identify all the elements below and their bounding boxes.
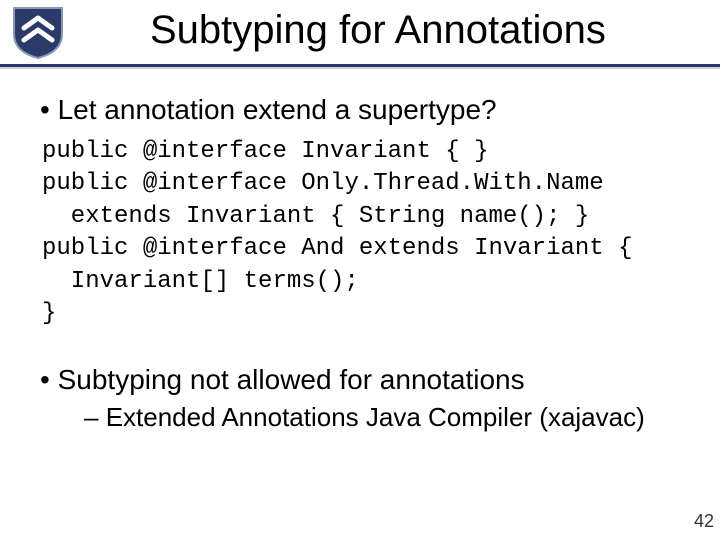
- sub-bullet-xajavac: Extended Annotations Java Compiler (xaja…: [84, 402, 696, 433]
- logo-shield-icon: [10, 4, 66, 60]
- slide-body: Let annotation extend a supertype? publi…: [0, 70, 720, 433]
- code-line: Invariant[] terms();: [42, 268, 359, 295]
- code-line: public @interface And extends Invariant …: [42, 235, 633, 262]
- code-line: extends Invariant { String name(); }: [42, 203, 589, 230]
- code-block: public @interface Invariant { } public @…: [42, 136, 696, 330]
- page-number: 42: [694, 511, 714, 532]
- slide-header: Subtyping for Annotations: [0, 0, 720, 70]
- bullet-subtyping-not-allowed: Subtyping not allowed for annotations: [40, 364, 696, 396]
- code-line: }: [42, 300, 56, 327]
- slide: Subtyping for Annotations Let annotation…: [0, 0, 720, 540]
- code-line: public @interface Invariant { }: [42, 138, 488, 165]
- code-line: public @interface Only.Thread.With.Name: [42, 170, 604, 197]
- divider-light: [0, 67, 720, 69]
- slide-title: Subtyping for Annotations: [150, 8, 606, 53]
- bullet-supertype-question: Let annotation extend a supertype?: [40, 94, 696, 126]
